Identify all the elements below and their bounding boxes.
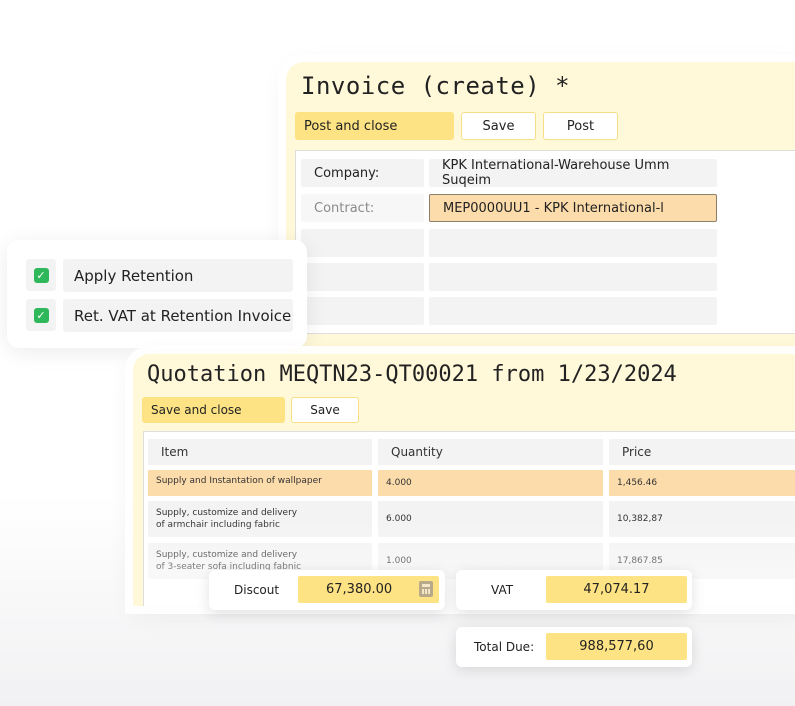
empty-label-row-3: [301, 229, 424, 257]
table-row-price[interactable]: 10,382,87: [609, 501, 795, 537]
total-due-value[interactable]: 988,577,60: [546, 633, 687, 660]
column-header-price[interactable]: Price: [609, 439, 795, 465]
save-button[interactable]: Save: [461, 112, 536, 140]
empty-field-row-3[interactable]: [429, 229, 717, 257]
vat-label: VAT: [491, 583, 514, 597]
table-row-quantity[interactable]: 6.000: [378, 501, 603, 537]
vat-value[interactable]: 47,074.17: [546, 576, 687, 603]
column-header-item[interactable]: Item: [148, 439, 372, 465]
empty-label-row-4: [301, 263, 424, 291]
retention-options-card: ✓ Apply Retention ✓ Ret. VAT at Retentio…: [7, 240, 307, 348]
company-field[interactable]: KPK International-Warehouse Umm Suqeim: [429, 158, 717, 188]
table-row-item[interactable]: Supply, customize and delivery of armcha…: [148, 501, 372, 537]
checkmark-icon: ✓: [33, 267, 49, 283]
apply-retention-label[interactable]: Apply Retention: [63, 259, 293, 292]
contract-label: Contract:: [301, 194, 424, 222]
save-and-close-button[interactable]: Save and close: [142, 397, 285, 423]
invoice-form: Company: KPK International-Warehouse Umm…: [295, 150, 795, 334]
vat-box: VAT 47,074.17: [456, 570, 692, 610]
quotation-title: Quotation MEQTN23-QT00021 from 1/23/2024: [147, 362, 677, 387]
invoice-window: Invoice (create) * Post and close Save P…: [286, 62, 795, 352]
discount-box: Discout 67,380.00: [209, 570, 445, 610]
quotation-save-button[interactable]: Save: [291, 397, 359, 423]
empty-field-row-4[interactable]: [429, 263, 717, 291]
ret-vat-label[interactable]: Ret. VAT at Retention Invoice: [63, 299, 293, 332]
contract-field[interactable]: MEP0000UU1 - KPK International-l: [429, 194, 717, 222]
post-button[interactable]: Post: [543, 112, 618, 140]
total-due-box: Total Due: 988,577,60: [456, 627, 692, 667]
invoice-title: Invoice (create) *: [301, 72, 571, 100]
table-row-item[interactable]: Supply and Instantation of wallpaper: [148, 470, 372, 496]
apply-retention-checkbox[interactable]: ✓: [26, 259, 56, 291]
post-and-close-button[interactable]: Post and close: [295, 112, 454, 140]
discount-label: Discout: [234, 583, 280, 597]
quotation-window: Quotation MEQTN23-QT00021 from 1/23/2024…: [133, 354, 795, 606]
discount-value: 67,380.00: [326, 582, 393, 597]
table-row-quantity[interactable]: 4.000: [378, 470, 603, 496]
discount-field[interactable]: 67,380.00: [298, 576, 439, 603]
company-label: Company:: [301, 159, 424, 187]
ret-vat-checkbox[interactable]: ✓: [26, 299, 56, 331]
calculator-icon[interactable]: [419, 581, 433, 597]
checkmark-icon: ✓: [33, 307, 49, 323]
total-due-label: Total Due:: [474, 640, 535, 654]
empty-label-row-5: [301, 297, 424, 325]
table-row-price[interactable]: 1,456.46: [609, 470, 795, 496]
column-header-quantity[interactable]: Quantity: [378, 439, 603, 465]
empty-field-row-5[interactable]: [429, 297, 717, 325]
